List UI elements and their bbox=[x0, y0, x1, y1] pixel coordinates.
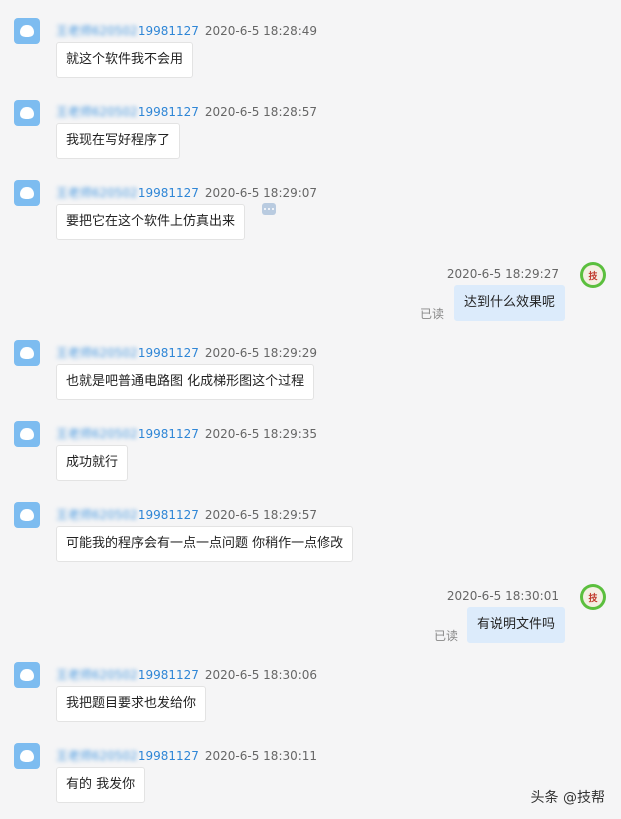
sender-name[interactable]: 王老师62050219981127 bbox=[56, 668, 199, 682]
message-time: 2020-6-5 18:29:07 bbox=[204, 186, 318, 200]
message-meta: 王老师62050219981127 2020-6-5 18:28:49 bbox=[56, 24, 317, 38]
sender-name[interactable]: 王老师62050219981127 bbox=[56, 105, 199, 119]
read-status: 已读 bbox=[419, 307, 444, 321]
message-bubble[interactable]: 可能我的程序会有一点一点问题 你稍作一点修改 bbox=[56, 526, 354, 562]
blue-blob-avatar-icon bbox=[20, 347, 34, 359]
contact-avatar[interactable] bbox=[14, 100, 40, 126]
message-meta: 王老师62050219981127 2020-6-5 18:29:35 bbox=[56, 427, 317, 441]
message-bubble[interactable]: 要把它在这个软件上仿真出来 bbox=[56, 204, 246, 240]
message-meta: 王老师62050219981127 2020-6-5 18:28:57 bbox=[56, 105, 317, 119]
blue-blob-avatar-icon bbox=[20, 187, 34, 199]
message-meta: 王老师62050219981127 2020-6-5 18:30:11 bbox=[56, 749, 317, 763]
message-time: 2020-6-5 18:30:06 bbox=[204, 668, 318, 682]
message-bubble[interactable]: 也就是吧普通电路图 化成梯形图这个过程 bbox=[56, 364, 315, 400]
contact-avatar[interactable] bbox=[14, 340, 40, 366]
message-time: 2020-6-5 18:30:11 bbox=[204, 749, 318, 763]
message-time: 2020-6-5 18:29:35 bbox=[204, 427, 318, 441]
message-bubble[interactable]: 我现在写好程序了 bbox=[56, 123, 181, 159]
message-meta: 王老师62050219981127 2020-6-5 18:29:57 bbox=[56, 508, 317, 522]
blue-blob-avatar-icon bbox=[20, 428, 34, 440]
sender-name[interactable]: 王老师62050219981127 bbox=[56, 749, 199, 763]
green-seal-avatar-icon: 技 bbox=[583, 265, 603, 285]
message-time: 2020-6-5 18:30:01 bbox=[446, 589, 559, 603]
sender-name[interactable]: 王老师62050219981127 bbox=[56, 508, 199, 522]
message-meta: 王老师62050219981127 2020-6-5 18:29:07 bbox=[56, 186, 317, 200]
green-seal-avatar-icon: 技 bbox=[583, 587, 603, 607]
message-time: 2020-6-5 18:28:49 bbox=[204, 24, 318, 38]
sender-name[interactable]: 王老师62050219981127 bbox=[56, 346, 199, 360]
blue-blob-avatar-icon bbox=[20, 107, 34, 119]
message-bubble[interactable]: 就这个软件我不会用 bbox=[56, 42, 194, 78]
message-time: 2020-6-5 18:29:27 bbox=[446, 267, 559, 281]
contact-avatar[interactable] bbox=[14, 180, 40, 206]
more-options-icon[interactable] bbox=[262, 203, 276, 215]
message-time: 2020-6-5 18:29:57 bbox=[204, 508, 318, 522]
message-bubble[interactable]: 我把题目要求也发给你 bbox=[56, 686, 207, 722]
blue-blob-avatar-icon bbox=[20, 750, 34, 762]
message-bubble[interactable]: 有的 我发你 bbox=[56, 767, 146, 803]
message-time: 2020-6-5 18:28:57 bbox=[204, 105, 318, 119]
message-time: 2020-6-5 18:29:29 bbox=[204, 346, 318, 360]
self-avatar[interactable]: 技 bbox=[580, 584, 606, 610]
sender-name[interactable]: 王老师62050219981127 bbox=[56, 427, 199, 441]
contact-avatar[interactable] bbox=[14, 662, 40, 688]
sender-name[interactable]: 王老师62050219981127 bbox=[56, 186, 199, 200]
sender-name[interactable]: 王老师62050219981127 bbox=[56, 24, 199, 38]
message-bubble[interactable]: 成功就行 bbox=[56, 445, 129, 481]
message-bubble[interactable]: 达到什么效果呢 bbox=[453, 285, 565, 321]
message-bubble[interactable]: 有说明文件吗 bbox=[466, 607, 565, 643]
watermark: 头条 @技帮 bbox=[530, 790, 605, 806]
message-meta: 王老师62050219981127 2020-6-5 18:29:29 bbox=[56, 346, 317, 360]
read-status: 已读 bbox=[433, 629, 458, 643]
blue-blob-avatar-icon bbox=[20, 25, 34, 37]
blue-blob-avatar-icon bbox=[20, 669, 34, 681]
contact-avatar[interactable] bbox=[14, 421, 40, 447]
contact-avatar[interactable] bbox=[14, 743, 40, 769]
blue-blob-avatar-icon bbox=[20, 509, 34, 521]
contact-avatar[interactable] bbox=[14, 18, 40, 44]
contact-avatar[interactable] bbox=[14, 502, 40, 528]
message-meta: 王老师62050219981127 2020-6-5 18:30:06 bbox=[56, 668, 317, 682]
self-avatar[interactable]: 技 bbox=[580, 262, 606, 288]
